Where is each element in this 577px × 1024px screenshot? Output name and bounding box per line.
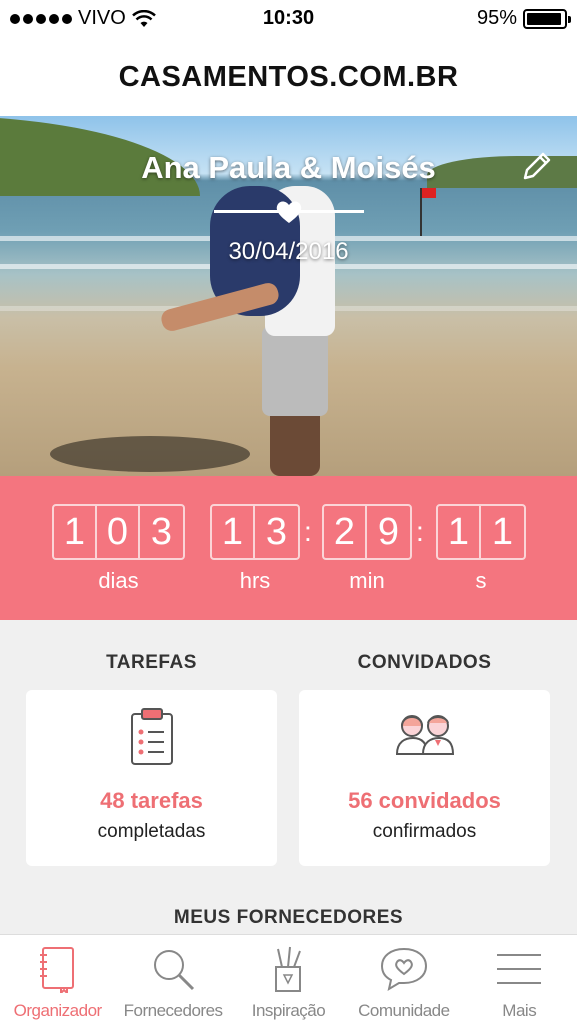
checklist-clipboard-icon — [130, 708, 173, 765]
divider-heart — [214, 200, 364, 224]
tab-label: Fornecedores — [123, 1001, 223, 1020]
chat-heart-icon — [380, 947, 427, 992]
countdown-hours: 1 3 — [210, 504, 300, 560]
guests-count: 56 convidados — [348, 788, 501, 813]
guests-subtitle: confirmados — [372, 821, 477, 842]
countdown-panel: 1 0 3 1 3 : 2 9 : 1 1 dias hrs min s — [0, 476, 577, 620]
menu-icon — [497, 954, 542, 984]
edit-pencil-icon[interactable] — [519, 150, 553, 184]
countdown-digit: 1 — [438, 506, 481, 558]
countdown-digit: 1 — [54, 506, 97, 558]
search-icon — [154, 950, 195, 991]
countdown-digit: 0 — [97, 506, 140, 558]
countdown-digit: 2 — [324, 506, 367, 558]
countdown-digit: 3 — [150, 511, 173, 553]
battery-info: 95% — [476, 7, 571, 30]
tasks-subtitle: completadas — [97, 821, 206, 842]
tab-label: Mais — [502, 1001, 537, 1020]
wedding-date: 30/04/2016 — [228, 238, 349, 265]
countdown-label-hours: hrs — [239, 568, 271, 593]
battery-icon — [523, 8, 571, 29]
countdown-label-seconds: s — [475, 568, 487, 593]
countdown-minutes: 2 9 — [322, 504, 412, 560]
countdown-seconds: 1 1 — [436, 504, 526, 560]
couple-name: Ana Paula & Moisés — [141, 150, 436, 185]
tab-inspiracao[interactable]: Inspiração — [231, 935, 346, 1024]
countdown-digit: 9 — [377, 511, 400, 553]
tab-label: Comunidade — [358, 1001, 450, 1020]
battery-percent: 95% — [476, 7, 517, 29]
countdown-separator: : — [304, 516, 312, 547]
vendors-section-title: MEUS FORNECEDORES — [173, 907, 404, 928]
tab-fornecedores[interactable]: Fornecedores — [115, 935, 230, 1024]
tab-mais[interactable]: Mais — [462, 935, 577, 1024]
countdown-label-days: dias — [98, 568, 139, 593]
heart-icon — [276, 201, 302, 223]
tasks-card[interactable]: 48 tarefas completadas — [26, 690, 277, 866]
notebook-icon — [39, 947, 74, 993]
countdown-digit: 1 — [212, 506, 255, 558]
countdown-days: 1 0 3 — [52, 504, 185, 560]
tab-comunidade[interactable]: Comunidade — [346, 935, 461, 1024]
countdown-separator: : — [416, 516, 424, 547]
tab-label: Organizador — [13, 1001, 103, 1020]
countdown-label-minutes: min — [349, 568, 385, 593]
tasks-count: 48 tarefas — [100, 788, 203, 813]
tab-organizador[interactable]: Organizador — [0, 935, 115, 1024]
app-title: CASAMENTOS.COM.BR — [118, 60, 459, 93]
app-header: CASAMENTOS.COM.BR — [0, 38, 577, 116]
guests-section-title: CONVIDADOS — [357, 652, 492, 673]
countdown-digit: 1 — [491, 511, 514, 553]
couple-guests-icon — [395, 715, 454, 755]
countdown-digit: 3 — [265, 511, 288, 553]
tab-label: Inspiração — [251, 1001, 326, 1020]
pencil-cup-icon — [275, 946, 302, 992]
guests-card[interactable]: 56 convidados confirmados — [299, 690, 550, 866]
tasks-section-title: TAREFAS — [106, 652, 197, 673]
bottom-tab-bar: Organizador Fornecedores Inspiração Comu… — [0, 934, 577, 1024]
status-bar: VIVO 10:30 95% — [0, 0, 577, 38]
